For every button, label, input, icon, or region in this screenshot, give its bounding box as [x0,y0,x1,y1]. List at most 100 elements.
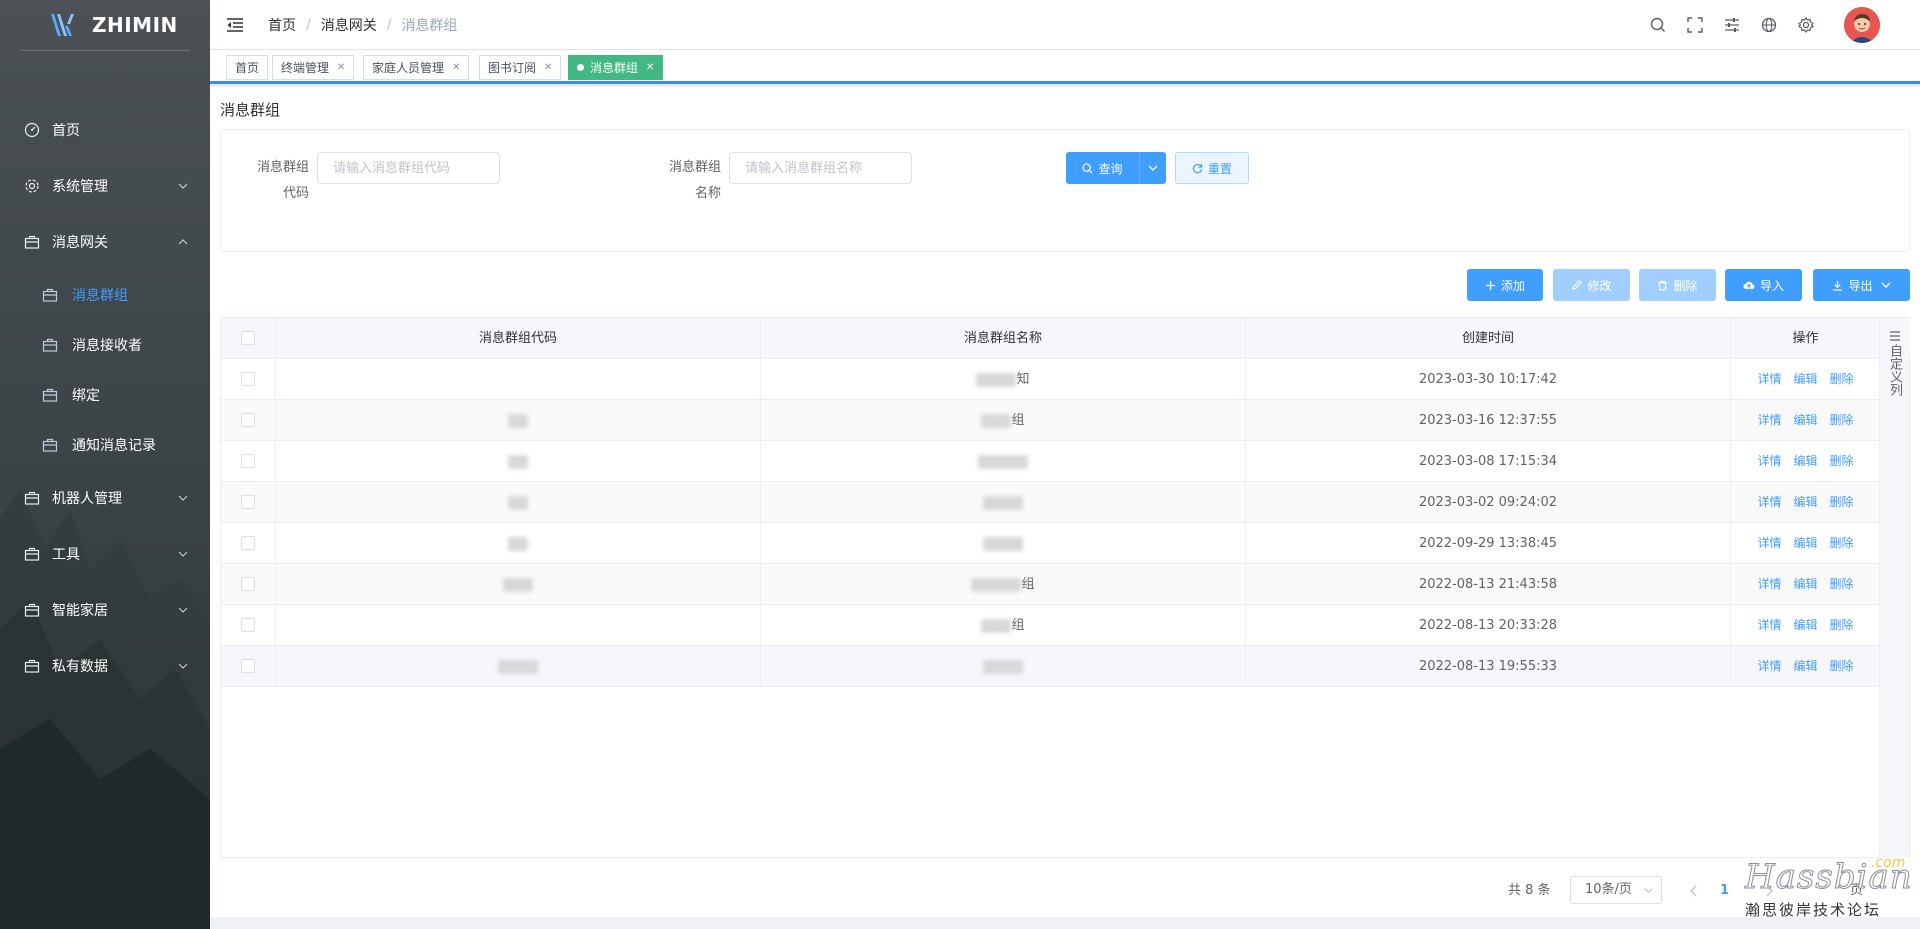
table-row[interactable]: 2022-09-29 13:38:45 详情 编辑 删除 [221,523,1881,564]
tag-message-group[interactable]: 消息群组 ✕ [568,55,664,80]
sidebar-subitem-binding[interactable]: 绑定 [0,370,210,420]
detail-link[interactable]: 详情 [1757,618,1781,632]
briefcase-icon [42,288,58,302]
query-dropdown-button[interactable] [1139,152,1166,184]
tag-terminal-management[interactable]: 终端管理 ✕ [272,55,355,80]
delete-link[interactable]: 删除 [1830,495,1854,509]
sidebar-item-message-gateway[interactable]: 消息网关 [0,217,210,267]
tag-family-members[interactable]: 家庭人员管理 ✕ [363,55,470,80]
row-checkbox[interactable] [241,495,255,509]
menu-fold-icon[interactable] [226,16,244,34]
search-icon [1082,162,1093,174]
gear-icon[interactable] [1797,16,1815,34]
close-icon[interactable]: ✕ [452,62,460,73]
next-page-icon[interactable] [1763,884,1775,898]
delete-link[interactable]: 删除 [1830,577,1854,591]
edit-link[interactable]: 编辑 [1793,495,1817,509]
detail-link[interactable]: 详情 [1757,413,1781,427]
row-select-cell [221,400,276,441]
sidebar-item-tools[interactable]: 工具 [0,529,210,579]
delete-link[interactable]: 删除 [1830,659,1854,673]
redacted-text [981,413,1012,428]
sidebar-subitem-notify-log[interactable]: 通知消息记录 [0,420,210,470]
table-row[interactable]: 组 2023-03-16 12:37:55 详情 编辑 删除 [221,400,1881,441]
delete-link[interactable]: 删除 [1830,413,1854,427]
cell-name-text: 组 [1011,413,1025,428]
close-icon[interactable]: ✕ [337,62,345,73]
table-row[interactable]: 2023-03-08 17:15:34 详情 编辑 删除 [221,441,1881,482]
delete-link[interactable]: 删除 [1830,536,1854,550]
cell-actions: 详情 编辑 删除 [1731,523,1881,564]
row-checkbox[interactable] [241,372,255,386]
sidebar-item-home[interactable]: 首页 [0,105,210,155]
sidebar-subitem-message-receiver[interactable]: 消息接收者 [0,320,210,370]
sidebar-item-system[interactable]: 系统管理 [0,161,210,211]
row-checkbox[interactable] [241,454,255,468]
detail-link[interactable]: 详情 [1757,454,1781,468]
logo[interactable]: ZHIMIN [0,0,210,50]
table-row[interactable]: 知 2023-03-30 10:17:42 详情 编辑 删除 [221,359,1881,400]
table-row[interactable]: 组 2022-08-13 21:43:58 详情 编辑 删除 [221,564,1881,605]
add-button[interactable]: 添加 [1467,269,1543,301]
detail-link[interactable]: 详情 [1757,372,1781,386]
tag-label: 首页 [235,61,260,75]
delete-link[interactable]: 删除 [1830,454,1854,468]
tag-home[interactable]: 首页 [226,55,269,80]
breadcrumb-item-home[interactable]: 首页 [268,15,296,35]
edit-link[interactable]: 编辑 [1793,618,1817,632]
row-checkbox[interactable] [241,618,255,632]
select-all-checkbox[interactable] [241,331,255,345]
import-button[interactable]: 导入 [1725,269,1802,301]
export-button[interactable]: 导出 [1813,269,1910,301]
table-row[interactable]: 组 2022-08-13 20:33:28 详情 编辑 删除 [221,605,1881,646]
column-header-created[interactable]: 创建时间 [1246,318,1731,359]
edit-link[interactable]: 编辑 [1793,659,1817,673]
delete-button[interactable]: 删除 [1639,269,1716,301]
detail-link[interactable]: 详情 [1757,577,1781,591]
prev-page-icon[interactable] [1688,884,1700,898]
reset-button[interactable]: 重置 [1175,152,1249,184]
code-search-input[interactable] [317,152,500,184]
edit-button[interactable]: 修改 [1553,269,1630,301]
edit-link[interactable]: 编辑 [1793,454,1817,468]
delete-link[interactable]: 删除 [1830,618,1854,632]
user-avatar[interactable] [1844,7,1880,43]
fullscreen-icon[interactable] [1686,16,1704,34]
column-header-name[interactable]: 消息群组名称 [761,318,1246,359]
delete-link[interactable]: 删除 [1830,372,1854,386]
edit-link[interactable]: 编辑 [1793,372,1817,386]
cell-code [276,441,761,482]
close-icon[interactable]: ✕ [646,62,654,73]
edit-link[interactable]: 编辑 [1793,536,1817,550]
detail-link[interactable]: 详情 [1757,536,1781,550]
sidebar-subitem-label: 绑定 [72,388,100,404]
close-icon[interactable]: ✕ [544,62,552,73]
breadcrumb-item-gateway[interactable]: 消息网关 [321,15,377,35]
sidebar-item-robot[interactable]: 机器人管理 [0,473,210,523]
custom-columns-toggle[interactable]: 自定义列 [1879,318,1909,858]
edit-link[interactable]: 编辑 [1793,577,1817,591]
name-search-input[interactable] [729,152,912,184]
sidebar-item-smart-home[interactable]: 智能家居 [0,585,210,635]
row-checkbox[interactable] [241,659,255,673]
cell-name [761,441,1246,482]
search-icon[interactable] [1649,16,1667,34]
table-row[interactable]: 2022-08-13 19:55:33 详情 编辑 删除 [221,646,1881,687]
language-globe-icon[interactable] [1760,16,1778,34]
detail-link[interactable]: 详情 [1757,495,1781,509]
sidebar-subitem-message-group[interactable]: 消息群组 [0,270,210,320]
page-number-current[interactable]: 1 [1720,871,1729,911]
row-select-cell [221,523,276,564]
tag-book-subscription[interactable]: 图书订阅 ✕ [479,55,562,80]
detail-link[interactable]: 详情 [1757,659,1781,673]
page-size-select[interactable]: 10条/页 [1570,876,1662,904]
sidebar-item-private-data[interactable]: 私有数据 [0,641,210,691]
query-button[interactable]: 查询 [1066,152,1139,184]
column-header-code[interactable]: 消息群组代码 [276,318,761,359]
row-checkbox[interactable] [241,413,255,427]
row-checkbox[interactable] [241,536,255,550]
size-settings-icon[interactable] [1723,16,1741,34]
edit-link[interactable]: 编辑 [1793,413,1817,427]
table-row[interactable]: 2023-03-02 09:24:02 详情 编辑 删除 [221,482,1881,523]
row-checkbox[interactable] [241,577,255,591]
